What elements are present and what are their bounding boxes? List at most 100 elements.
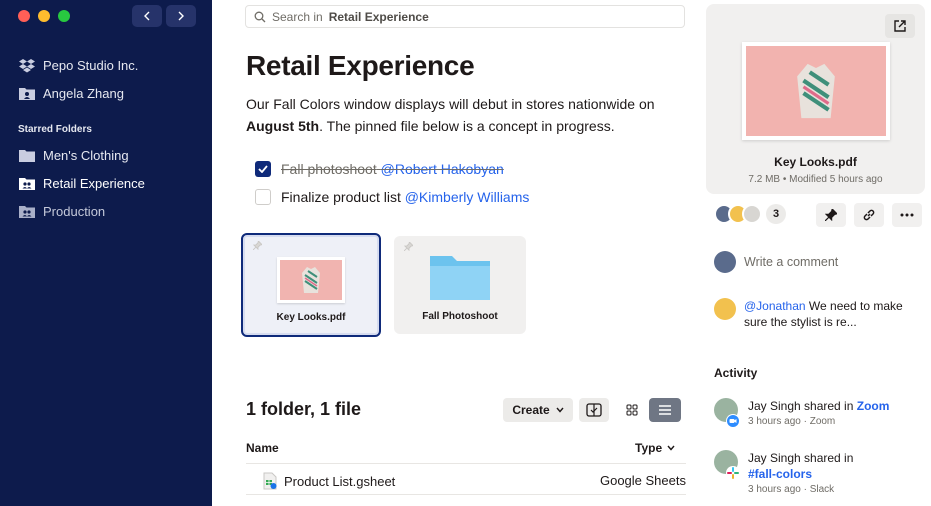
comment-placeholder: Write a comment <box>744 255 839 269</box>
column-header-type[interactable]: Type <box>635 441 675 455</box>
comment-input[interactable]: Write a comment <box>714 251 838 273</box>
page-title: Retail Experience <box>246 50 475 81</box>
starred-folders-heading: Starred Folders <box>18 124 92 135</box>
copy-link-button[interactable] <box>854 203 884 227</box>
external-link-icon <box>894 20 906 32</box>
file-name: Product List.gsheet <box>284 473 396 489</box>
folder-description[interactable]: Our Fall Colors window displays will deb… <box>246 93 696 137</box>
description-bold-date: August 5th <box>246 118 320 134</box>
mention-link[interactable]: @Kimberly Williams <box>405 189 530 205</box>
todo-text-done: Fall photoshoot @Robert Hakobyan <box>281 161 504 177</box>
file-thumbnail <box>742 42 890 140</box>
table-row[interactable]: Product List.gsheet <box>262 472 395 490</box>
todo-text: Finalize product list @Kimberly Williams <box>281 189 530 205</box>
card-label: Key Looks.pdf <box>276 312 346 323</box>
pin-icon <box>253 241 262 250</box>
file-preview[interactable]: Key Looks.pdf 7.2 MB • Modified 5 hours … <box>706 4 925 194</box>
folder-icon <box>430 256 490 300</box>
window-controls <box>18 10 70 22</box>
avatar <box>714 298 736 320</box>
column-header-label: Type <box>635 441 663 455</box>
activity-heading: Activity <box>714 366 758 380</box>
pin-icon <box>404 242 413 251</box>
create-button[interactable]: Create <box>503 398 573 422</box>
chevron-right-icon <box>178 11 184 21</box>
pin-button[interactable] <box>816 203 846 227</box>
shared-folder-icon <box>18 205 35 219</box>
viewers[interactable]: 3 <box>714 204 786 224</box>
create-label: Create <box>512 403 550 417</box>
avatar <box>742 204 762 224</box>
back-button[interactable] <box>132 5 162 27</box>
chevron-down-icon <box>667 445 675 451</box>
folder-icon <box>18 149 35 163</box>
link-icon <box>863 209 875 221</box>
checkmark-icon <box>258 165 268 173</box>
pinned-file-card[interactable]: Key Looks.pdf <box>241 233 381 337</box>
sidebar-item-org[interactable]: Pepo Studio Inc. <box>18 58 138 73</box>
activity-item[interactable]: Jay Singh shared in Zoom 3 hours ago · Z… <box>714 398 889 430</box>
slack-icon <box>726 466 740 480</box>
activity-meta: 3 hours ago · Zoom <box>748 416 836 427</box>
avatar <box>714 398 740 428</box>
preview-file-meta: 7.2 MB • Modified 5 hours ago <box>748 174 883 185</box>
sidebar-item-label: Retail Experience <box>43 176 145 191</box>
comment-item[interactable]: @Jonathan We need to make sure the styli… <box>714 298 914 330</box>
preview-icon <box>586 403 602 417</box>
search-placeholder-prefix: Search in <box>272 9 323 24</box>
chevron-down-icon <box>556 407 564 413</box>
preview-file-name: Key Looks.pdf <box>774 155 857 169</box>
grid-icon <box>626 404 638 416</box>
divider <box>246 463 686 464</box>
description-text: Our Fall Colors window displays will deb… <box>246 96 655 112</box>
activity-item[interactable]: Jay Singh shared in #fall-colors 3 hours… <box>714 450 853 498</box>
list-view-button[interactable] <box>649 398 681 422</box>
minimize-window-button[interactable] <box>38 10 50 22</box>
comment-text: @Jonathan We need to make sure the styli… <box>744 299 903 329</box>
open-external-button[interactable] <box>885 14 915 38</box>
forward-button[interactable] <box>166 5 196 27</box>
activity-meta: 3 hours ago · Slack <box>748 484 835 495</box>
file-thumbnail <box>277 257 345 303</box>
file-preview-panel: Key Looks.pdf 7.2 MB • Modified 5 hours … <box>702 0 931 506</box>
sidebar-item-production[interactable]: Production <box>18 204 105 219</box>
history-nav <box>132 5 196 27</box>
file-type: Google Sheets <box>599 473 686 488</box>
search-scope: Retail Experience <box>328 9 429 24</box>
sidebar: Pepo Studio Inc. Angela Zhang Starred Fo… <box>0 0 212 506</box>
activity-text: Jay Singh shared in Zoom <box>748 399 890 413</box>
preview-view-button[interactable] <box>579 398 609 422</box>
viewer-count: 3 <box>766 204 786 224</box>
search-icon <box>254 11 266 22</box>
sidebar-item-user[interactable]: Angela Zhang <box>18 86 124 101</box>
mention-link[interactable]: @Jonathan <box>744 299 806 313</box>
sidebar-item-label: Angela Zhang <box>43 86 124 101</box>
mention-link[interactable]: @Robert Hakobyan <box>381 161 504 177</box>
google-sheets-icon <box>263 472 277 490</box>
dropbox-icon <box>18 58 35 73</box>
main-content: Search in Retail Experience Retail Exper… <box>212 0 702 506</box>
pinned-folder-card[interactable]: Fall Photoshoot <box>394 236 526 334</box>
sidebar-item-label: Pepo Studio Inc. <box>43 58 139 73</box>
checkbox-unchecked[interactable] <box>255 189 271 205</box>
shirt-image <box>797 63 835 119</box>
avatar <box>714 450 740 480</box>
sidebar-item-mens-clothing[interactable]: Men's Clothing <box>18 148 129 163</box>
todo-item: Fall photoshoot @Robert Hakobyan <box>255 161 504 177</box>
close-window-button[interactable] <box>18 10 30 22</box>
listing-summary: 1 folder, 1 file <box>246 399 362 419</box>
avatar <box>714 251 736 273</box>
divider <box>246 494 686 495</box>
search-input[interactable]: Search in Retail Experience <box>245 5 685 28</box>
activity-link[interactable]: #fall-colors <box>748 466 853 482</box>
more-icon <box>900 213 914 217</box>
sidebar-item-retail-experience[interactable]: Retail Experience <box>18 176 145 191</box>
zoom-icon <box>726 414 740 428</box>
activity-link[interactable]: Zoom <box>857 399 890 413</box>
maximize-window-button[interactable] <box>58 10 70 22</box>
grid-view-button[interactable] <box>617 398 647 422</box>
more-options-button[interactable] <box>892 203 922 227</box>
checkbox-checked[interactable] <box>255 161 271 177</box>
todo-item: Finalize product list @Kimberly Williams <box>255 189 529 205</box>
column-header-name[interactable]: Name <box>246 441 279 455</box>
